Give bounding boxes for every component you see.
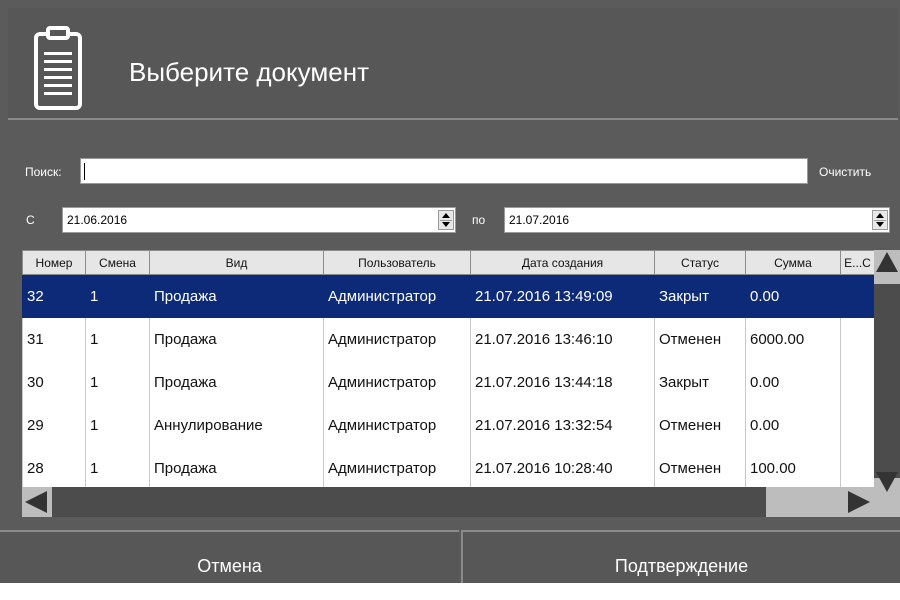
column-header-sum[interactable]: Сумма xyxy=(745,250,841,275)
cell-type: Продажа xyxy=(149,274,324,318)
cell-sum: 0.00 xyxy=(745,360,841,404)
column-header-user[interactable]: Пользователь xyxy=(323,250,471,275)
dialog-header: Выберите документ xyxy=(8,8,898,120)
table-row[interactable]: 30 1 Продажа Администратор 21.07.2016 13… xyxy=(22,360,875,404)
cell-number: 30 xyxy=(22,360,86,404)
cell-number: 31 xyxy=(22,317,86,361)
cell-extra xyxy=(840,360,875,404)
horizontal-scrollbar[interactable] xyxy=(22,487,874,517)
cell-status: Отменен xyxy=(654,403,746,447)
clear-button[interactable]: Очистить xyxy=(819,165,871,179)
cell-type: Продажа xyxy=(149,317,324,361)
column-header-extra[interactable]: Е...С xyxy=(840,250,875,275)
column-header-number[interactable]: Номер xyxy=(22,250,86,275)
cell-number: 29 xyxy=(22,403,86,447)
cancel-button[interactable]: Отмена xyxy=(0,530,459,583)
search-label: Поиск: xyxy=(25,165,62,179)
cell-type: Аннулирование xyxy=(149,403,324,447)
cell-sum: 6000.00 xyxy=(745,317,841,361)
cell-created: 21.07.2016 13:46:10 xyxy=(470,317,655,361)
cell-type: Продажа xyxy=(149,446,324,490)
cell-created: 21.07.2016 13:32:54 xyxy=(470,403,655,447)
date-to-label: по xyxy=(472,213,486,227)
vertical-scrollbar[interactable] xyxy=(874,250,900,517)
scroll-up-icon[interactable] xyxy=(876,252,898,272)
column-header-type[interactable]: Вид xyxy=(149,250,324,275)
cell-created: 21.07.2016 13:49:09 xyxy=(470,274,655,318)
dialog-footer: Отмена Подтверждение xyxy=(0,530,900,583)
column-header-created[interactable]: Дата создания xyxy=(470,250,655,275)
cell-number: 28 xyxy=(22,446,86,490)
cell-extra xyxy=(840,317,875,361)
cell-user: Администратор xyxy=(323,360,471,404)
cell-sum: 0.00 xyxy=(745,403,841,447)
cell-user: Администратор xyxy=(323,317,471,361)
cell-status: Отменен xyxy=(654,317,746,361)
date-to-value: 21.07.2016 xyxy=(509,213,570,227)
select-document-dialog: Выберите документ Поиск: Очистить С 21.0… xyxy=(0,0,900,583)
table-row[interactable]: 28 1 Продажа Администратор 21.07.2016 10… xyxy=(22,446,875,490)
search-row: Поиск: Очистить xyxy=(0,158,900,184)
table-header-row: Номер Смена Вид Пользователь Дата создан… xyxy=(22,250,875,275)
clipboard-icon xyxy=(34,26,82,110)
documents-table: Номер Смена Вид Пользователь Дата создан… xyxy=(22,250,900,517)
vertical-scroll-thumb[interactable] xyxy=(874,284,900,478)
scroll-left-icon[interactable] xyxy=(25,491,47,513)
cell-extra xyxy=(840,403,875,447)
dialog-title: Выберите документ xyxy=(129,57,369,87)
cell-sum: 100.00 xyxy=(745,446,841,490)
cell-shift: 1 xyxy=(85,317,150,361)
date-range-row: С 21.06.2016 по 21.07.2016 xyxy=(0,207,900,233)
date-from-value: 21.06.2016 xyxy=(67,213,128,227)
table-row[interactable]: 29 1 Аннулирование Администратор 21.07.2… xyxy=(22,403,875,447)
date-from-field[interactable]: 21.06.2016 xyxy=(62,207,456,233)
date-to-field[interactable]: 21.07.2016 xyxy=(504,207,890,233)
cell-user: Администратор xyxy=(323,446,471,490)
scroll-down-icon[interactable] xyxy=(876,472,898,492)
cell-created: 21.07.2016 13:44:18 xyxy=(470,360,655,404)
cell-user: Администратор xyxy=(323,403,471,447)
horizontal-scroll-thumb[interactable] xyxy=(52,487,766,517)
search-input[interactable] xyxy=(80,158,808,184)
cell-status: Закрыт xyxy=(654,360,746,404)
cell-extra xyxy=(840,274,875,318)
cell-shift: 1 xyxy=(85,403,150,447)
column-header-status[interactable]: Статус xyxy=(654,250,746,275)
date-from-spinner[interactable] xyxy=(438,210,454,230)
table-row[interactable]: 31 1 Продажа Администратор 21.07.2016 13… xyxy=(22,317,875,361)
date-to-spinner[interactable] xyxy=(872,210,888,230)
cell-shift: 1 xyxy=(85,360,150,404)
text-caret xyxy=(84,163,85,180)
column-header-shift[interactable]: Смена xyxy=(85,250,150,275)
cell-sum: 0.00 xyxy=(745,274,841,318)
scroll-right-icon[interactable] xyxy=(848,491,870,513)
cell-status: Отменен xyxy=(654,446,746,490)
date-from-label: С xyxy=(26,213,35,227)
cell-number: 32 xyxy=(22,274,86,318)
cell-status: Закрыт xyxy=(654,274,746,318)
confirm-button[interactable]: Подтверждение xyxy=(461,530,900,583)
cell-type: Продажа xyxy=(149,360,324,404)
table-row[interactable]: 32 1 Продажа Администратор 21.07.2016 13… xyxy=(22,274,875,318)
cell-created: 21.07.2016 10:28:40 xyxy=(470,446,655,490)
cell-shift: 1 xyxy=(85,274,150,318)
cell-shift: 1 xyxy=(85,446,150,490)
cell-user: Администратор xyxy=(323,274,471,318)
cell-extra xyxy=(840,446,875,490)
